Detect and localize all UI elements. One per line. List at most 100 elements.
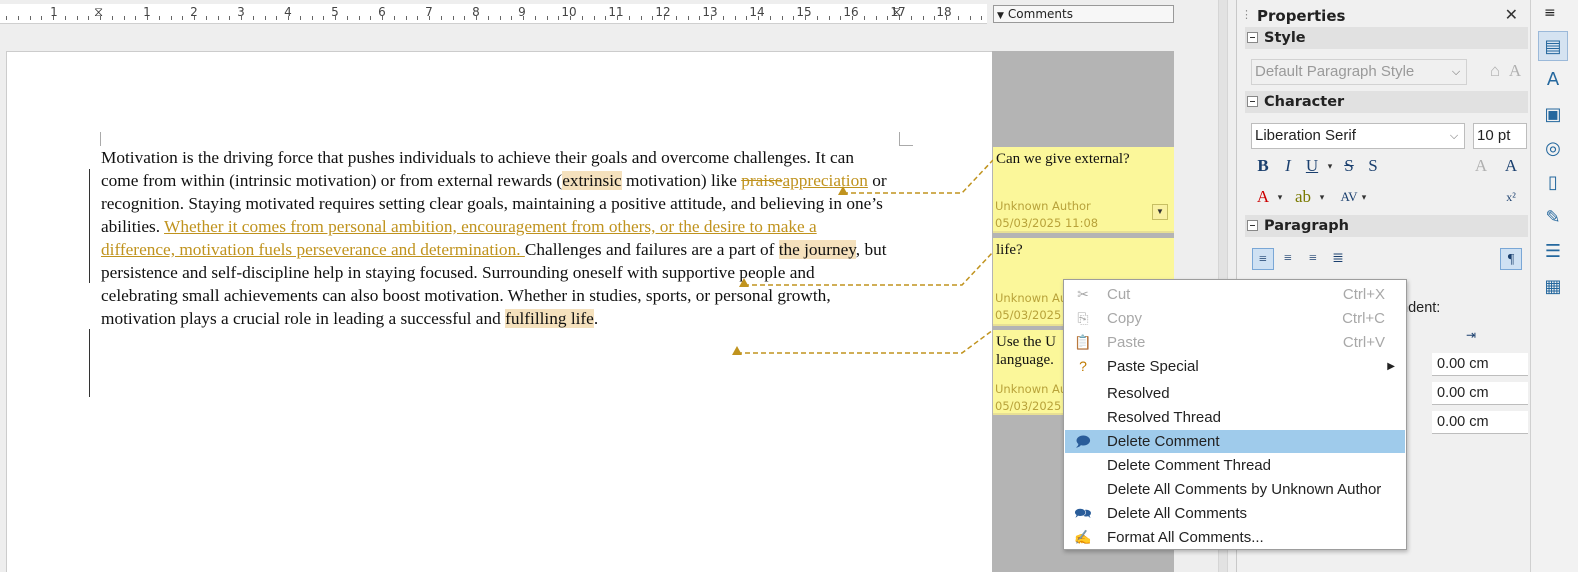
text-run: motivation) like — [621, 171, 742, 190]
page-tab-icon[interactable]: ▯ — [1538, 168, 1568, 198]
align-right-icon[interactable]: ≡ — [1302, 248, 1324, 270]
design-tab-icon[interactable]: ▦ — [1538, 272, 1568, 302]
menu-item-delete-all-by-author[interactable]: Delete All Comments by Unknown Author — [1065, 478, 1405, 501]
style-section-header[interactable]: Style — [1245, 27, 1528, 49]
style-inspector-tab-icon[interactable]: ✎ — [1538, 203, 1568, 233]
ruler-tick — [123, 16, 125, 20]
horizontal-ruler[interactable]: ⧖ ⧖ 1 1 2 3 4 5 6 7 8 9 10 11 12 13 14 1… — [0, 4, 987, 24]
left-indent-marker[interactable]: ⧖ — [94, 5, 103, 20]
gallery-tab-icon[interactable]: ▣ — [1538, 100, 1568, 130]
menu-item-shortcut: Ctrl+X — [1342, 286, 1385, 303]
underline-icon[interactable]: U — [1301, 155, 1323, 177]
ruler-tick — [664, 16, 665, 20]
ruler-tick — [229, 16, 231, 20]
comment-author: Unknown Author — [995, 199, 1091, 213]
justify-icon[interactable]: ≣ — [1327, 248, 1349, 270]
menu-icon[interactable]: ≡ — [1544, 5, 1556, 21]
paragraph-section-header[interactable]: Paragraph — [1245, 215, 1528, 237]
commented-text[interactable]: the journey — [778, 240, 856, 259]
commented-text[interactable]: fulfilling life — [505, 309, 594, 328]
menu-item-delete-comment[interactable]: 🗩 Delete Comment — [1065, 430, 1405, 453]
menu-item-paste-special[interactable]: ? Paste Special ▶ — [1065, 355, 1405, 378]
comment-text[interactable]: Can we give external? — [996, 150, 1130, 168]
ruler-tick — [6, 16, 7, 20]
manage-changes-tab-icon[interactable]: ☰ — [1538, 237, 1568, 267]
tracked-insertion[interactable]: appreciation — [782, 171, 867, 190]
menu-item-copy[interactable]: ⎘ Copy Ctrl+C — [1065, 307, 1405, 330]
menu-item-label: Delete Comment Thread — [1107, 457, 1271, 474]
font-size-select[interactable]: 10 pt — [1473, 123, 1527, 149]
align-left-icon[interactable]: ≡ — [1252, 248, 1274, 270]
ruler-number: 12 — [655, 5, 671, 19]
comment-text[interactable]: life? — [996, 241, 1023, 259]
superscript-icon[interactable]: x² — [1500, 186, 1522, 208]
bold-icon[interactable]: B — [1252, 155, 1274, 177]
ruler-number: 14 — [749, 5, 765, 19]
menu-item-resolved[interactable]: Resolved — [1065, 382, 1405, 405]
clear-formatting-icon[interactable]: A — [1470, 155, 1492, 177]
ruler-number: 13 — [702, 5, 718, 19]
chevron-down-icon[interactable]: ▾ — [1274, 186, 1286, 208]
scissors-icon: ✂ — [1077, 286, 1089, 302]
styles-tab-icon[interactable]: A — [1538, 65, 1568, 95]
increase-indent-icon[interactable]: ⇥ — [1460, 324, 1482, 346]
ruler-tick — [288, 16, 289, 20]
ruler-tick — [899, 16, 900, 20]
comment-text[interactable]: Use the U language. — [996, 333, 1056, 369]
ruler-tick — [534, 16, 536, 20]
menu-item-cut[interactable]: ✂ Cut Ctrl+X — [1065, 283, 1405, 306]
chevron-down-icon[interactable]: ▾ — [1316, 186, 1328, 208]
menu-item-delete-comment-thread[interactable]: Delete Comment Thread — [1065, 454, 1405, 477]
menu-item-delete-all-comments[interactable]: 🗪 Delete All Comments — [1065, 502, 1405, 525]
navigator-tab-icon[interactable]: ◎ — [1538, 134, 1568, 164]
shadow-icon[interactable]: S — [1362, 155, 1384, 177]
ruler-tick — [17, 16, 19, 20]
document-body-text[interactable]: Motivation is the driving force that pus… — [101, 146, 891, 330]
ruler-tick — [382, 16, 383, 20]
ruler-tick — [523, 16, 524, 20]
ruler-tick — [76, 16, 78, 20]
ruler-tick — [511, 16, 513, 20]
chevron-down-icon[interactable]: ▾ — [1358, 186, 1370, 208]
tracked-deletion[interactable]: praise — [741, 171, 782, 190]
chevron-down-icon[interactable]: ▾ — [1324, 155, 1336, 177]
first-line-indent-field[interactable]: 0.00 cm — [1432, 411, 1528, 434]
font-name-select[interactable]: Liberation Serif ⌵ — [1251, 123, 1465, 149]
comment-1[interactable]: Can we give external? Unknown Author 05/… — [993, 147, 1174, 233]
close-icon[interactable]: ✕ — [1505, 5, 1518, 24]
menu-item-label: Resolved — [1107, 385, 1170, 402]
paste-icon: 📋 — [1074, 334, 1092, 350]
comments-ruler-dropdown[interactable]: ▼ Comments — [993, 5, 1174, 23]
highlight-color-icon[interactable]: ab — [1292, 186, 1314, 208]
before-text-indent-field[interactable]: 0.00 cm — [1432, 353, 1528, 376]
strikethrough-icon[interactable]: S — [1338, 155, 1360, 177]
collapse-icon — [1247, 32, 1258, 43]
character-section-header[interactable]: Character — [1245, 91, 1528, 113]
format-comments-icon: ✍ — [1074, 529, 1092, 545]
paragraph-style-select[interactable]: Default Paragraph Style ⌵ — [1251, 59, 1467, 85]
update-style-icon[interactable]: ⌂ — [1484, 60, 1506, 82]
ruler-tick — [346, 16, 348, 20]
font-color-icon[interactable]: A — [1252, 186, 1274, 208]
menu-item-format-all-comments[interactable]: ✍ Format All Comments... — [1065, 526, 1405, 549]
menu-item-paste[interactable]: 📋 Paste Ctrl+V — [1065, 331, 1405, 354]
grow-font-icon[interactable]: A — [1500, 155, 1522, 177]
comment-menu-button[interactable]: ▼ — [1152, 204, 1168, 220]
after-text-indent-field[interactable]: 0.00 cm — [1432, 382, 1528, 405]
italic-icon[interactable]: I — [1277, 155, 1299, 177]
comment-text-line: language. — [996, 352, 1054, 368]
align-center-icon[interactable]: ≡ — [1277, 248, 1299, 270]
grip-icon[interactable]: ⋮ — [1241, 8, 1252, 21]
menu-item-resolved-thread[interactable]: Resolved Thread — [1065, 406, 1405, 429]
new-style-icon[interactable]: A — [1504, 60, 1526, 82]
properties-tab-icon[interactable]: ▤ — [1538, 31, 1568, 61]
commented-text[interactable]: extrinsic — [562, 171, 622, 190]
delete-comment-icon: 🗩 — [1075, 433, 1091, 449]
ruler-number: 17 — [890, 5, 906, 19]
ruler-tick — [617, 16, 618, 20]
ruler-tick — [687, 16, 689, 20]
sidebar-title: Properties — [1257, 7, 1346, 25]
ruler-tick — [722, 16, 724, 20]
paragraph-direction-icon[interactable]: ¶ — [1500, 248, 1522, 270]
ruler-tick — [111, 16, 113, 20]
